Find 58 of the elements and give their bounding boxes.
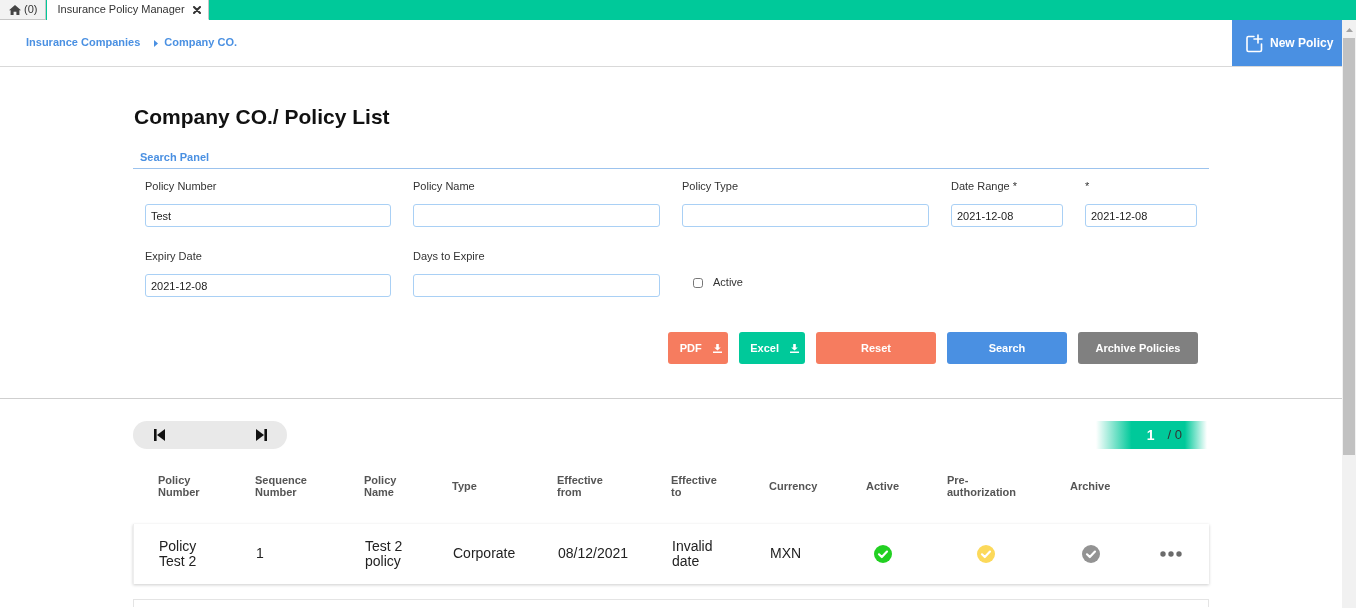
input-field[interactable]: 2021-12-08: [145, 274, 391, 297]
tab[interactable]: Insurance Policy Manager: [47, 0, 209, 20]
breadcrumb-link[interactable]: Insurance Companies: [26, 36, 141, 50]
table-cell-text: Test 2 policy: [365, 538, 404, 569]
first-page-icon[interactable]: [154, 429, 165, 441]
field-label: *: [1085, 180, 1091, 193]
field-label: Date Range *: [951, 180, 1019, 193]
page-title: Company CO./ Policy List: [134, 104, 391, 129]
action-button[interactable]: Search: [947, 332, 1067, 364]
field-label: Policy Name: [413, 180, 476, 193]
column-header: Policy Number: [158, 474, 201, 498]
field-label: Policy Type: [682, 180, 740, 193]
column-header: Effective to: [671, 474, 718, 498]
table-cell: 08/12/2021: [558, 546, 629, 562]
table-cell-text: Policy Test 2: [159, 538, 198, 569]
column-header: Policy Name: [364, 474, 398, 498]
download-icon: [790, 343, 799, 353]
input-field[interactable]: [413, 204, 660, 227]
close-icon[interactable]: [192, 5, 201, 14]
column-header: Type: [452, 480, 477, 492]
table-cell: MXN: [770, 546, 802, 562]
more-options-icon[interactable]: [1160, 551, 1182, 557]
checkbox[interactable]: [693, 277, 703, 288]
scrollbar-thumb[interactable]: [1343, 38, 1355, 455]
input-field[interactable]: 2021-12-08: [951, 204, 1063, 227]
table-cell: Corporate: [453, 546, 516, 562]
tab[interactable]: (0): [0, 0, 47, 20]
download-icon: [712, 343, 722, 353]
column-header: Archive: [1070, 480, 1111, 492]
action-button[interactable]: PDF: [668, 332, 729, 364]
field-label: Expiry Date: [145, 250, 203, 263]
page-total: / 0: [1167, 427, 1182, 443]
input-field[interactable]: [413, 274, 660, 297]
breadcrumb-link[interactable]: Company CO.: [164, 36, 238, 50]
table-cell-text: Invalid date: [672, 538, 714, 569]
column-header: Active: [866, 480, 900, 492]
action-button[interactable]: Reset: [816, 332, 936, 364]
current-page-number: 1: [1146, 426, 1155, 444]
input-field[interactable]: Test: [145, 204, 391, 227]
input-field[interactable]: 2021-12-08: [1085, 204, 1197, 227]
last-page-icon[interactable]: [256, 429, 267, 441]
column-header: Currency: [769, 480, 818, 492]
checkbox-label: Active: [713, 275, 743, 290]
new-policy-button[interactable]: New Policy: [1232, 20, 1342, 66]
column-header: Effective from: [557, 474, 604, 498]
caret-right-icon: [154, 39, 159, 47]
action-button[interactable]: Excel: [739, 332, 805, 364]
field-label: Days to Expire: [413, 250, 486, 263]
home-icon: [9, 4, 21, 15]
scroll-up-arrow-icon[interactable]: [1345, 28, 1353, 32]
input-field[interactable]: [682, 204, 929, 227]
column-header: Pre-authorization: [947, 474, 1018, 498]
column-header: Sequence Number: [255, 474, 308, 498]
search-panel-title: Search Panel: [133, 151, 1209, 169]
vertical-scrollbar[interactable]: [1342, 20, 1356, 608]
table-cell: 1: [256, 546, 264, 562]
field-label: Policy Number: [145, 180, 218, 193]
action-button[interactable]: Archive Policies: [1078, 332, 1198, 364]
